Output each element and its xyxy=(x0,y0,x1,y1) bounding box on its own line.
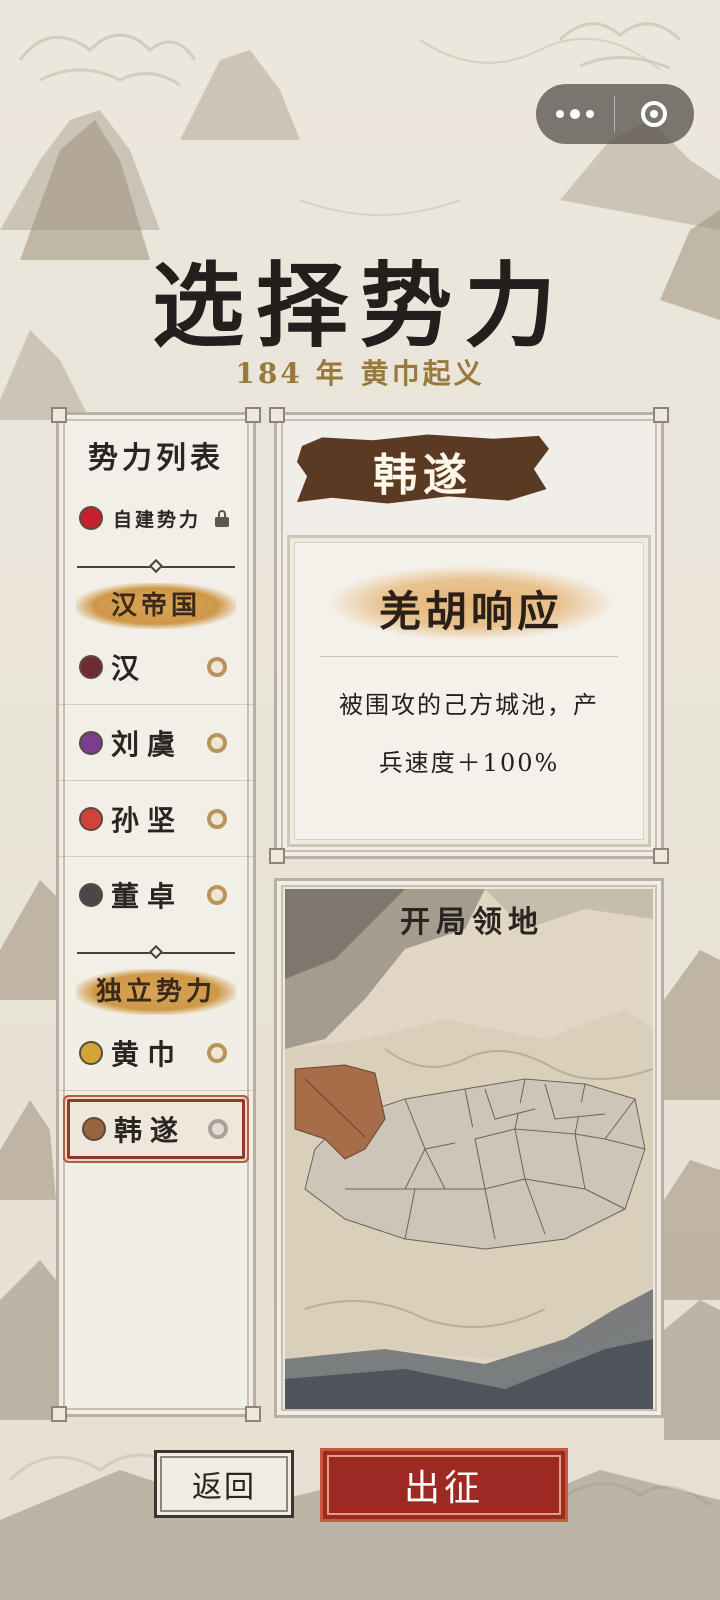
group-label-han: 汉帝国 xyxy=(76,583,236,629)
starting-territory-map: 开局领地 xyxy=(274,878,664,1418)
custom-faction-item[interactable]: 自建势力 xyxy=(79,503,253,533)
march-button[interactable]: 出征 xyxy=(320,1448,568,1522)
faction-item-dongzhuo[interactable]: 董卓 xyxy=(59,857,253,933)
radio-icon xyxy=(207,885,227,905)
map-title: 开局领地 xyxy=(400,905,544,940)
faction-color-swatch xyxy=(79,1040,103,1065)
group-label-independent: 独立势力 xyxy=(76,969,236,1015)
faction-color-swatch xyxy=(79,506,103,530)
trait-banner: 羌胡响应 xyxy=(330,566,612,640)
faction-item-sunjian[interactable]: 孙坚 xyxy=(59,781,253,857)
faction-name: 董卓 xyxy=(111,880,184,913)
target-close-icon xyxy=(641,101,667,127)
faction-color-swatch xyxy=(79,806,103,831)
faction-color-swatch xyxy=(79,883,103,907)
faction-name: 刘虞 xyxy=(111,727,184,761)
trait-name: 羌胡响应 xyxy=(378,587,563,636)
territory-map-image xyxy=(285,889,653,1409)
back-button[interactable]: 返回 xyxy=(154,1450,294,1518)
radio-icon xyxy=(207,808,227,829)
custom-faction-label: 自建势力 xyxy=(113,508,202,531)
more-dots-icon xyxy=(556,110,564,118)
ornament-divider xyxy=(77,558,235,574)
faction-name: 汉 xyxy=(111,651,148,685)
page-title: 选择势力 xyxy=(151,252,568,360)
faction-item-han[interactable]: 汉 xyxy=(59,629,253,705)
scenario-event: 黄巾起义 xyxy=(360,357,485,390)
faction-list-panel: 势力列表 自建势力 汉帝国 汉 刘虞 孙坚 董卓 独立势力 黄巾 韩遂 xyxy=(51,407,261,1422)
radio-icon xyxy=(207,732,227,753)
scenario-year: 184 年 xyxy=(235,357,347,390)
mini-program-capsule xyxy=(536,84,694,144)
ornament-divider xyxy=(77,944,235,960)
selected-faction-banner: 韩遂 xyxy=(297,425,549,509)
faction-color-swatch xyxy=(79,730,103,755)
faction-item-hansui[interactable]: 韩遂 xyxy=(67,1099,245,1159)
selected-faction-name: 韩遂 xyxy=(373,450,473,501)
close-mini-program-button[interactable] xyxy=(615,84,693,144)
radio-icon xyxy=(207,656,227,677)
more-menu-button[interactable] xyxy=(536,84,614,144)
faction-info-card: 韩遂 羌胡响应 被围攻的己方城池，产 兵速度＋100% xyxy=(269,407,669,864)
faction-name: 黄巾 xyxy=(111,1037,184,1071)
faction-name: 孙坚 xyxy=(111,803,184,837)
faction-color-swatch xyxy=(79,654,103,679)
faction-list-heading: 势力列表 xyxy=(88,441,224,476)
trait-description: 被围攻的己方城池，产 兵速度＋100% xyxy=(339,691,599,777)
faction-name: 韩遂 xyxy=(114,1114,187,1147)
scenario-subtitle: 184 年黄巾起义 xyxy=(0,352,720,392)
faction-color-swatch xyxy=(82,1117,106,1141)
faction-item-huangjin[interactable]: 黄巾 xyxy=(59,1015,253,1091)
lock-icon xyxy=(215,510,230,527)
radio-icon xyxy=(207,1042,227,1063)
trait-card: 羌胡响应 被围攻的己方城池，产 兵速度＋100% xyxy=(287,535,651,847)
faction-item-liuyu[interactable]: 刘虞 xyxy=(59,705,253,781)
radio-selected-icon xyxy=(208,1119,228,1139)
